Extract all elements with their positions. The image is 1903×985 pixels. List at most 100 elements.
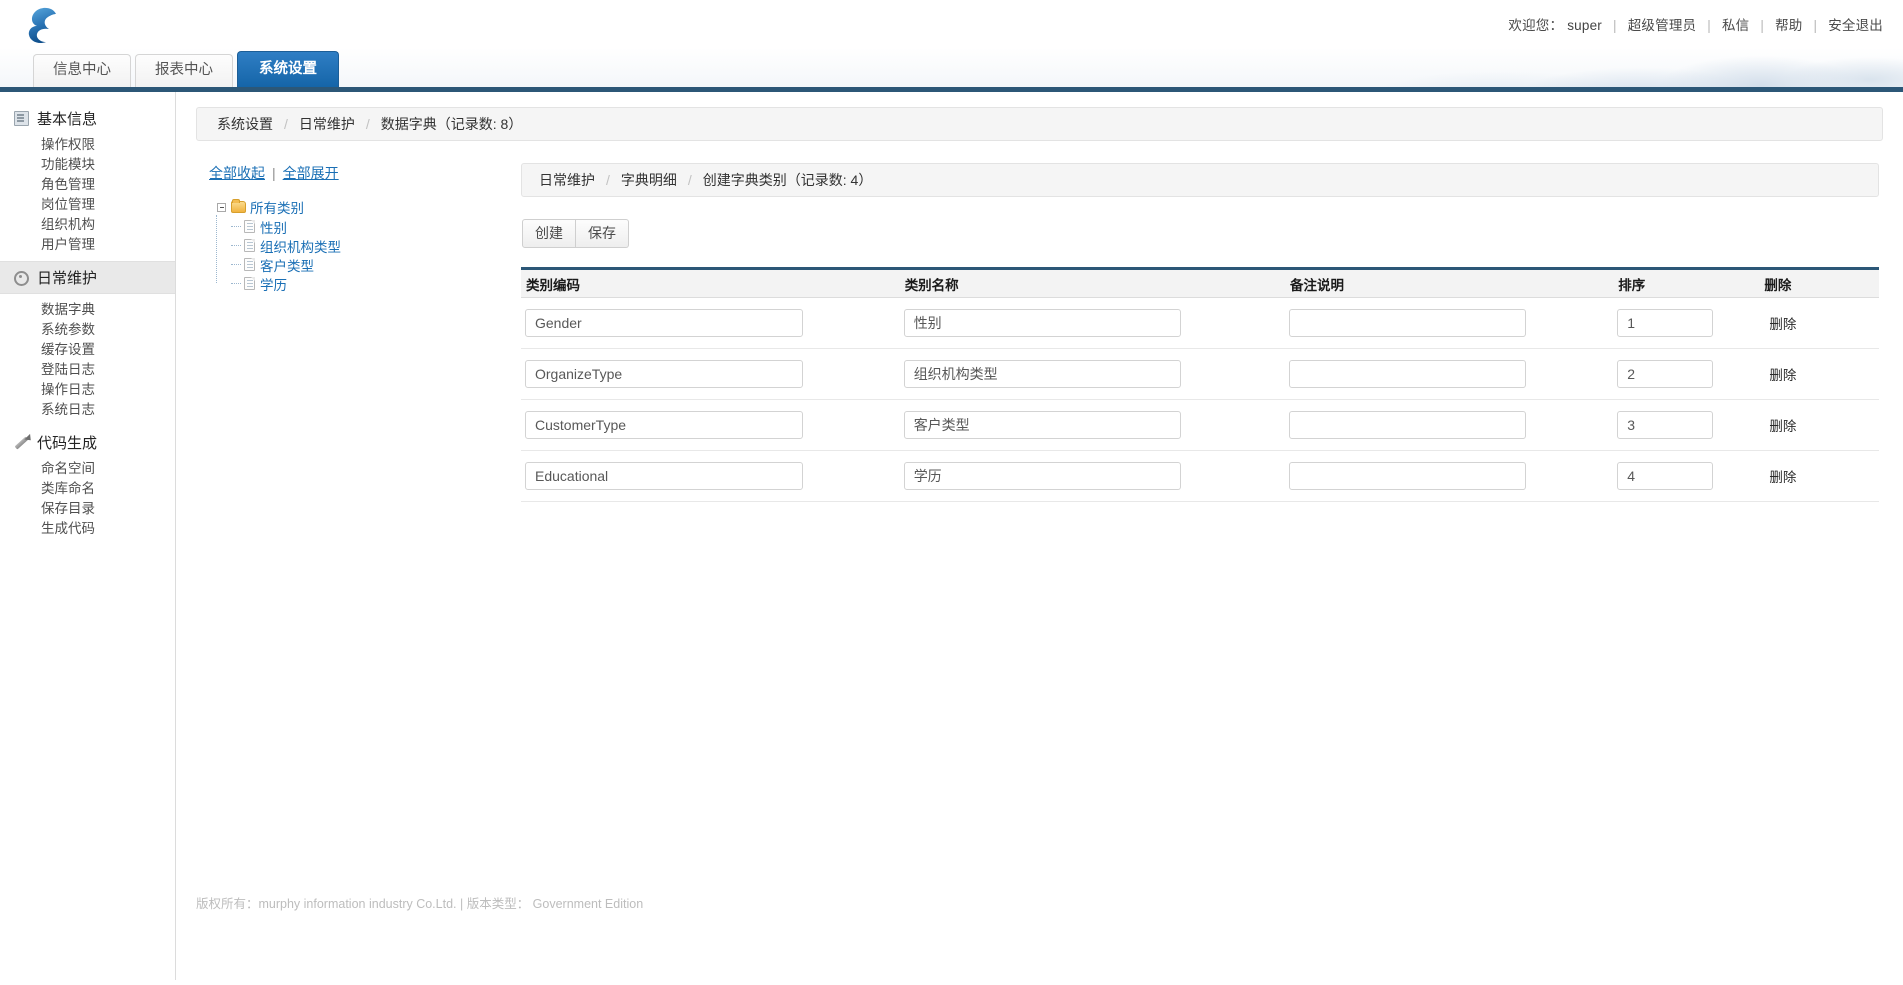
role-link[interactable]: 超级管理员 <box>1628 18 1697 33</box>
welcome-prefix: 欢迎您： <box>1508 18 1564 33</box>
column-header-name: 类别名称 <box>899 268 1286 298</box>
panel-breadcrumb-separator: / <box>687 172 692 188</box>
username-label: super <box>1567 18 1602 33</box>
tab-report-center[interactable]: 报表中心 <box>135 54 233 87</box>
save-button[interactable]: 保存 <box>576 219 629 248</box>
delete-row-link[interactable]: 删除 <box>1769 368 1796 383</box>
panel-breadcrumb-item-dictionary-detail[interactable]: 字典明细 <box>621 170 677 190</box>
welcome-bar: 欢迎您： super | 超级管理员 | 私信 | 帮助 | 安全退出 <box>1508 14 1883 34</box>
sidebar-item-cache-settings[interactable]: 缓存设置 <box>0 340 175 360</box>
sidebar-item-login-log[interactable]: 登陆日志 <box>0 360 175 380</box>
sidebar-group-basic-info[interactable]: 基本信息 <box>0 102 175 135</box>
sidebar-group-label: 日常维护 <box>37 270 98 287</box>
cell-sort <box>1613 349 1759 400</box>
cell-code <box>521 451 900 502</box>
separator: | <box>1813 18 1818 33</box>
tree-node-label[interactable]: 学历 <box>260 274 287 294</box>
memo-input[interactable] <box>1289 309 1527 337</box>
name-input[interactable] <box>903 360 1181 388</box>
tab-information-center[interactable]: 信息中心 <box>33 54 131 87</box>
sidebar-item-operation-permission[interactable]: 操作权限 <box>0 135 175 155</box>
tree-node-gender[interactable]: 性别 <box>231 217 521 236</box>
cell-delete: 删除 <box>1759 451 1879 502</box>
name-input[interactable] <box>903 411 1181 439</box>
main-content: 系统设置 / 日常维护 / 数据字典（记录数: 8） 全部收起 | 全部展开 所有类… <box>176 92 1903 980</box>
divider: | <box>272 165 276 181</box>
help-link[interactable]: 帮助 <box>1775 18 1802 33</box>
sidebar-item-operation-log[interactable]: 操作日志 <box>0 380 175 400</box>
sidebar-item-library-naming[interactable]: 类库命名 <box>0 479 175 499</box>
sidebar-item-generate-code[interactable]: 生成代码 <box>0 519 175 539</box>
tree-node-customer-type[interactable]: 客户类型 <box>231 255 521 274</box>
tree-node-educational[interactable]: 学历 <box>231 274 521 293</box>
code-input[interactable] <box>525 411 803 439</box>
table-body: 删除 <box>521 298 1879 502</box>
sidebar-item-save-directory[interactable]: 保存目录 <box>0 499 175 519</box>
collapse-all-link[interactable]: 全部收起 <box>209 165 265 181</box>
code-input[interactable] <box>525 462 803 490</box>
sidebar-item-function-module[interactable]: 功能模块 <box>0 155 175 175</box>
tree-node-label[interactable]: 组织机构类型 <box>260 236 341 256</box>
name-input[interactable] <box>903 309 1181 337</box>
panel-breadcrumb-item-daily-maintenance[interactable]: 日常维护 <box>539 170 595 190</box>
tab-system-settings[interactable]: 系统设置 <box>237 51 339 87</box>
sidebar-item-data-dictionary[interactable]: 数据字典 <box>0 300 175 320</box>
sidebar-group-label: 基本信息 <box>37 111 98 128</box>
sort-input[interactable] <box>1617 309 1714 337</box>
memo-input[interactable] <box>1289 360 1527 388</box>
delete-row-link[interactable]: 删除 <box>1769 317 1796 332</box>
gear-icon <box>14 270 29 286</box>
tree-node-organize-type[interactable]: 组织机构类型 <box>231 236 521 255</box>
page-icon <box>244 220 255 233</box>
name-input[interactable] <box>903 462 1181 490</box>
breadcrumb-item-system-settings[interactable]: 系统设置 <box>217 114 273 134</box>
cell-code <box>521 298 900 349</box>
main-tabs: 信息中心 报表中心 系统设置 <box>33 51 343 87</box>
delete-row-link[interactable]: 删除 <box>1769 470 1796 485</box>
sidebar-item-system-parameters[interactable]: 系统参数 <box>0 320 175 340</box>
delete-row-link[interactable]: 删除 <box>1769 419 1796 434</box>
category-tree-panel: 全部收起 | 全部展开 所有类别 性别 组织机构类型 客户类型 学历 <box>176 163 521 293</box>
sidebar-group-code-generation[interactable]: 代码生成 <box>0 426 175 459</box>
code-input[interactable] <box>525 360 803 388</box>
sidebar-item-system-log[interactable]: 系统日志 <box>0 400 175 420</box>
tree-node-label[interactable]: 客户类型 <box>260 255 314 275</box>
expand-all-link[interactable]: 全部展开 <box>283 165 339 181</box>
code-input[interactable] <box>525 309 803 337</box>
sidebar-item-post-management[interactable]: 岗位管理 <box>0 195 175 215</box>
collapse-toggle-icon[interactable] <box>217 202 226 212</box>
pencil-icon <box>14 435 29 450</box>
cell-code <box>521 349 900 400</box>
sort-input[interactable] <box>1617 360 1714 388</box>
cell-delete: 删除 <box>1759 400 1879 451</box>
breadcrumb-item-daily-maintenance[interactable]: 日常维护 <box>299 114 355 134</box>
message-link[interactable]: 私信 <box>1722 18 1749 33</box>
tree-node-label[interactable]: 性别 <box>260 217 287 237</box>
breadcrumb-separator: / <box>284 116 288 132</box>
logout-link[interactable]: 安全退出 <box>1828 18 1883 33</box>
dictionary-category-panel: 日常维护 / 字典明细 / 创建字典类别（记录数: 4） 创建 保存 类别编码 … <box>521 163 1903 502</box>
create-button[interactable]: 创建 <box>522 219 576 248</box>
sidebar-item-organization[interactable]: 组织机构 <box>0 215 175 235</box>
panel-breadcrumb-item-create-category: 创建字典类别（记录数: 4） <box>702 172 873 188</box>
cloud-logo[interactable] <box>22 4 70 48</box>
cell-delete: 删除 <box>1759 349 1879 400</box>
cell-sort <box>1613 400 1759 451</box>
table-head: 类别编码 类别名称 备注说明 排序 删除 <box>521 268 1879 298</box>
memo-input[interactable] <box>1289 462 1527 490</box>
memo-input[interactable] <box>1289 411 1527 439</box>
breadcrumb-item-data-dictionary: 数据字典（记录数: 8） <box>380 116 523 132</box>
sort-input[interactable] <box>1617 411 1714 439</box>
column-header-memo: 备注说明 <box>1285 268 1614 298</box>
tree-root-label[interactable]: 所有类别 <box>250 197 304 217</box>
sidebar-group-daily-maintenance[interactable]: 日常维护 <box>0 261 175 294</box>
table-row: 删除 <box>521 400 1879 451</box>
sort-input[interactable] <box>1617 462 1714 490</box>
cell-name <box>900 451 1285 502</box>
sidebar-item-user-management[interactable]: 用户管理 <box>0 235 175 255</box>
sidebar-item-namespace[interactable]: 命名空间 <box>0 459 175 479</box>
sidebar-item-role-management[interactable]: 角色管理 <box>0 175 175 195</box>
cell-name <box>900 400 1285 451</box>
tree-root-node[interactable]: 所有类别 <box>209 197 521 217</box>
separator: | <box>1707 18 1711 33</box>
